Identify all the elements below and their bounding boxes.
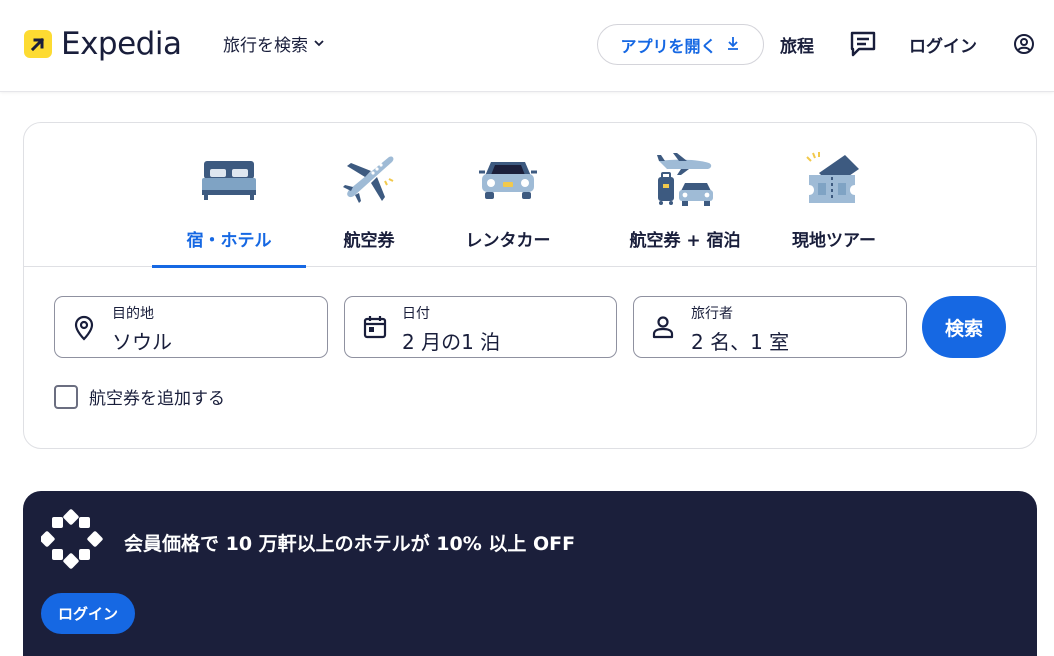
- brand-name: Expedia: [61, 26, 182, 62]
- travelers-value: 2 名、1 室: [691, 330, 790, 354]
- travelers-label: 旅行者: [691, 306, 733, 322]
- tab-flight-hotel-package[interactable]: 航空券 + 宿泊: [610, 149, 760, 267]
- destination-label: 目的地: [112, 306, 154, 322]
- promo-login-button[interactable]: ログイン: [41, 593, 135, 634]
- account-icon[interactable]: [1013, 33, 1035, 59]
- promo-text: 会員価格で 10 万軒以上のホテルが 10% 以上 OFF: [124, 533, 576, 555]
- car-icon: [479, 149, 537, 209]
- airplane-icon: [341, 149, 397, 209]
- expedia-logo-mark-icon: [24, 30, 52, 58]
- destination-field[interactable]: 目的地 ソウル: [54, 296, 328, 358]
- bed-icon: [201, 149, 257, 209]
- message-icon[interactable]: [849, 30, 877, 62]
- ticket-icon: [805, 149, 863, 209]
- tab-stays-label: 宿・ホテル: [186, 231, 272, 251]
- member-badge-icon: [39, 509, 103, 575]
- trip-search-menu[interactable]: 旅行を検索: [223, 31, 325, 56]
- tab-activities[interactable]: 現地ツアー: [784, 149, 884, 267]
- tab-activities-label: 現地ツアー: [792, 231, 876, 251]
- trip-search-label: 旅行を検索: [223, 36, 308, 56]
- header-login-link[interactable]: ログイン: [909, 32, 977, 57]
- tab-car-rental[interactable]: レンタカー: [458, 149, 558, 267]
- tab-stays[interactable]: 宿・ホテル: [152, 149, 306, 268]
- map-pin-icon: [73, 315, 95, 345]
- tab-flights[interactable]: 航空券: [324, 149, 414, 267]
- member-promo-banner: 会員価格で 10 万軒以上のホテルが 10% 以上 OFF ログイン: [23, 491, 1037, 656]
- date-label: 日付: [402, 306, 430, 322]
- download-icon: [725, 35, 741, 55]
- top-header: Expedia 旅行を検索 アプリを開く 旅程 ログイン: [0, 0, 1054, 92]
- search-button[interactable]: 検索: [922, 296, 1006, 358]
- tab-flight-hotel-package-label: 航空券 + 宿泊: [629, 231, 741, 251]
- flight-hotel-package-icon: [655, 149, 715, 209]
- calendar-icon: [363, 315, 387, 343]
- itinerary-link[interactable]: 旅程: [780, 32, 814, 57]
- add-flight-option[interactable]: 航空券を追加する: [54, 384, 225, 409]
- add-flight-label: 航空券を追加する: [89, 389, 225, 409]
- tab-flights-label: 航空券: [343, 231, 395, 251]
- open-app-label: アプリを開く: [620, 36, 717, 56]
- tab-car-rental-label: レンタカー: [465, 231, 551, 251]
- active-tab-indicator: [152, 265, 306, 268]
- expedia-logo[interactable]: Expedia: [24, 26, 182, 62]
- person-icon: [652, 315, 674, 343]
- destination-value: ソウル: [112, 330, 172, 354]
- travelers-field[interactable]: 旅行者 2 名、1 室: [633, 296, 907, 358]
- add-flight-checkbox[interactable]: [54, 384, 78, 409]
- chevron-down-icon: [313, 34, 325, 54]
- open-app-button[interactable]: アプリを開く: [597, 24, 764, 65]
- date-value: 2 月の1 泊: [402, 330, 501, 354]
- search-tabs: 宿・ホテル 航空券 レンタカー 航空券 + 宿泊 現地ツアー: [24, 123, 1036, 268]
- search-card: 宿・ホテル 航空券 レンタカー 航空券 + 宿泊 現地ツアー 目的地 ソウル 日…: [23, 122, 1037, 449]
- date-field[interactable]: 日付 2 月の1 泊: [344, 296, 617, 358]
